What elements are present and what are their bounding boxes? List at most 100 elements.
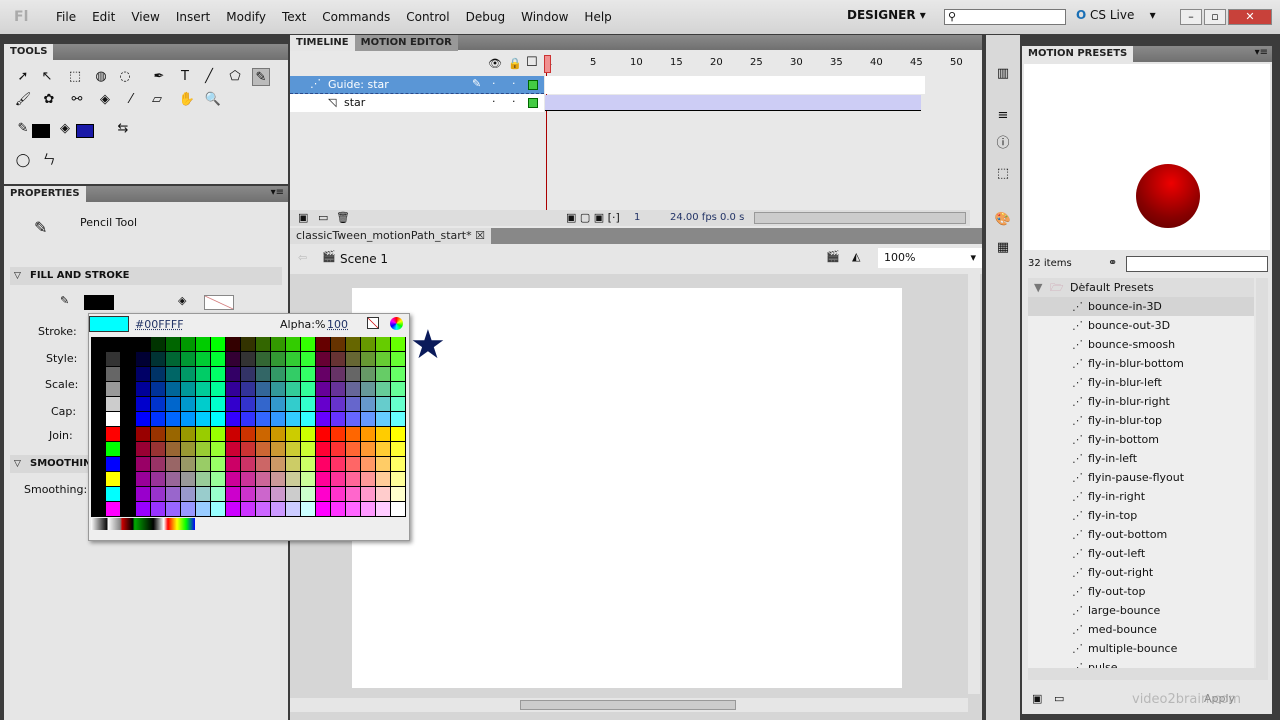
color-swatch[interactable] bbox=[346, 367, 361, 382]
color-swatch[interactable] bbox=[151, 382, 166, 397]
color-swatch[interactable] bbox=[166, 502, 181, 517]
preset-item[interactable]: bounce-in-3D bbox=[1028, 297, 1254, 316]
color-swatch[interactable] bbox=[391, 472, 406, 487]
color-swatch[interactable] bbox=[121, 352, 136, 367]
preset-item[interactable]: bounce-out-3D bbox=[1028, 316, 1254, 335]
swatches-icon[interactable]: ▦ bbox=[994, 239, 1012, 257]
color-swatch[interactable] bbox=[196, 337, 211, 352]
color-swatch[interactable] bbox=[346, 412, 361, 427]
color-swatch[interactable] bbox=[91, 487, 106, 502]
color-swatch[interactable] bbox=[166, 427, 181, 442]
menu-debug[interactable]: Debug bbox=[458, 10, 513, 24]
color-swatch[interactable] bbox=[256, 442, 271, 457]
color-swatch[interactable] bbox=[346, 442, 361, 457]
color-swatch[interactable] bbox=[121, 457, 136, 472]
color-swatch[interactable] bbox=[181, 352, 196, 367]
preset-item[interactable]: large-bounce bbox=[1028, 601, 1254, 620]
color-swatch[interactable] bbox=[391, 457, 406, 472]
color-swatch[interactable] bbox=[106, 412, 121, 427]
color-swatch[interactable] bbox=[361, 502, 376, 517]
preset-item[interactable]: fly-out-right bbox=[1028, 563, 1254, 582]
color-swatch[interactable] bbox=[196, 397, 211, 412]
color-swatch[interactable] bbox=[136, 397, 151, 412]
color-swatch[interactable] bbox=[196, 412, 211, 427]
fill-color-swatch[interactable] bbox=[76, 124, 94, 138]
color-swatch[interactable] bbox=[361, 427, 376, 442]
color-swatch[interactable] bbox=[136, 412, 151, 427]
minimize-button[interactable]: – bbox=[1180, 9, 1202, 25]
color-swatch[interactable] bbox=[316, 352, 331, 367]
preset-item[interactable]: fly-in-top bbox=[1028, 506, 1254, 525]
alpha-input[interactable]: 100 bbox=[327, 318, 348, 331]
color-swatch[interactable] bbox=[376, 397, 391, 412]
preset-item[interactable]: fly-in-blur-bottom bbox=[1028, 354, 1254, 373]
color-swatch[interactable] bbox=[211, 352, 226, 367]
color-swatch[interactable] bbox=[151, 502, 166, 517]
color-swatch[interactable] bbox=[226, 457, 241, 472]
color-swatch[interactable] bbox=[91, 397, 106, 412]
color-swatch[interactable] bbox=[286, 397, 301, 412]
color-swatch[interactable] bbox=[166, 457, 181, 472]
zoom-tool-icon[interactable]: 🔍 bbox=[204, 91, 222, 109]
new-preset-icon[interactable]: ▣ bbox=[1032, 692, 1042, 705]
color-swatch[interactable] bbox=[241, 502, 256, 517]
document-tab[interactable]: classicTween_motionPath_start* ☒ bbox=[290, 228, 491, 244]
color-swatch[interactable] bbox=[166, 397, 181, 412]
color-swatch[interactable] bbox=[376, 502, 391, 517]
lasso-icon[interactable]: ◌ bbox=[116, 68, 134, 86]
color-swatch[interactable] bbox=[181, 442, 196, 457]
color-swatch[interactable] bbox=[211, 457, 226, 472]
color-swatch[interactable] bbox=[106, 487, 121, 502]
search-input[interactable]: ⚲ bbox=[944, 9, 1066, 25]
color-swatch[interactable] bbox=[151, 442, 166, 457]
color-swatch[interactable] bbox=[391, 487, 406, 502]
color-swatch[interactable] bbox=[121, 397, 136, 412]
color-swatch[interactable] bbox=[271, 367, 286, 382]
color-swatch[interactable] bbox=[301, 382, 316, 397]
preset-item[interactable]: multiple-bounce bbox=[1028, 639, 1254, 658]
color-swatch[interactable] bbox=[376, 472, 391, 487]
color-swatch[interactable] bbox=[331, 397, 346, 412]
stroke-color-button[interactable] bbox=[84, 295, 114, 310]
color-swatch[interactable] bbox=[346, 427, 361, 442]
menu-file[interactable]: File bbox=[48, 10, 84, 24]
cs-live-button[interactable]: O CS Live ▾ bbox=[1076, 8, 1156, 22]
preset-item[interactable]: fly-out-top bbox=[1028, 582, 1254, 601]
color-swatch[interactable] bbox=[151, 397, 166, 412]
color-swatch[interactable] bbox=[271, 382, 286, 397]
color-swatch[interactable] bbox=[136, 457, 151, 472]
color-swatch[interactable] bbox=[286, 412, 301, 427]
color-swatch[interactable] bbox=[211, 337, 226, 352]
color-swatch[interactable] bbox=[361, 397, 376, 412]
color-swatch[interactable] bbox=[316, 412, 331, 427]
color-swatch[interactable] bbox=[136, 337, 151, 352]
stage-vscrollbar[interactable] bbox=[968, 274, 980, 694]
color-swatch[interactable] bbox=[286, 367, 301, 382]
color-swatch[interactable] bbox=[241, 367, 256, 382]
menu-view[interactable]: View bbox=[123, 10, 167, 24]
color-swatch[interactable] bbox=[391, 442, 406, 457]
color-swatch[interactable] bbox=[376, 487, 391, 502]
tools-tab[interactable]: TOOLS bbox=[4, 44, 54, 60]
preset-search-input[interactable] bbox=[1126, 256, 1268, 272]
new-layer-icon[interactable]: ▣ bbox=[298, 211, 308, 224]
color-swatch[interactable] bbox=[316, 337, 331, 352]
stroke-color-swatch[interactable] bbox=[32, 124, 50, 138]
color-swatch[interactable] bbox=[361, 472, 376, 487]
color-swatch[interactable] bbox=[361, 352, 376, 367]
color-swatch[interactable] bbox=[271, 487, 286, 502]
eraser-icon[interactable]: ▱ bbox=[148, 91, 166, 109]
color-swatch[interactable] bbox=[166, 412, 181, 427]
menu-text[interactable]: Text bbox=[274, 10, 314, 24]
color-swatch[interactable] bbox=[106, 427, 121, 442]
color-swatch[interactable] bbox=[226, 367, 241, 382]
color-swatch[interactable] bbox=[331, 487, 346, 502]
color-swatch[interactable] bbox=[376, 457, 391, 472]
workspace-switcher[interactable]: DESIGNER ▾ bbox=[847, 8, 926, 22]
color-swatch[interactable] bbox=[301, 352, 316, 367]
color-swatch[interactable] bbox=[301, 472, 316, 487]
back-arrow-icon[interactable]: ⇦ bbox=[298, 251, 307, 264]
color-swatch[interactable] bbox=[241, 337, 256, 352]
color-swatch[interactable] bbox=[301, 397, 316, 412]
color-swatch[interactable] bbox=[226, 352, 241, 367]
